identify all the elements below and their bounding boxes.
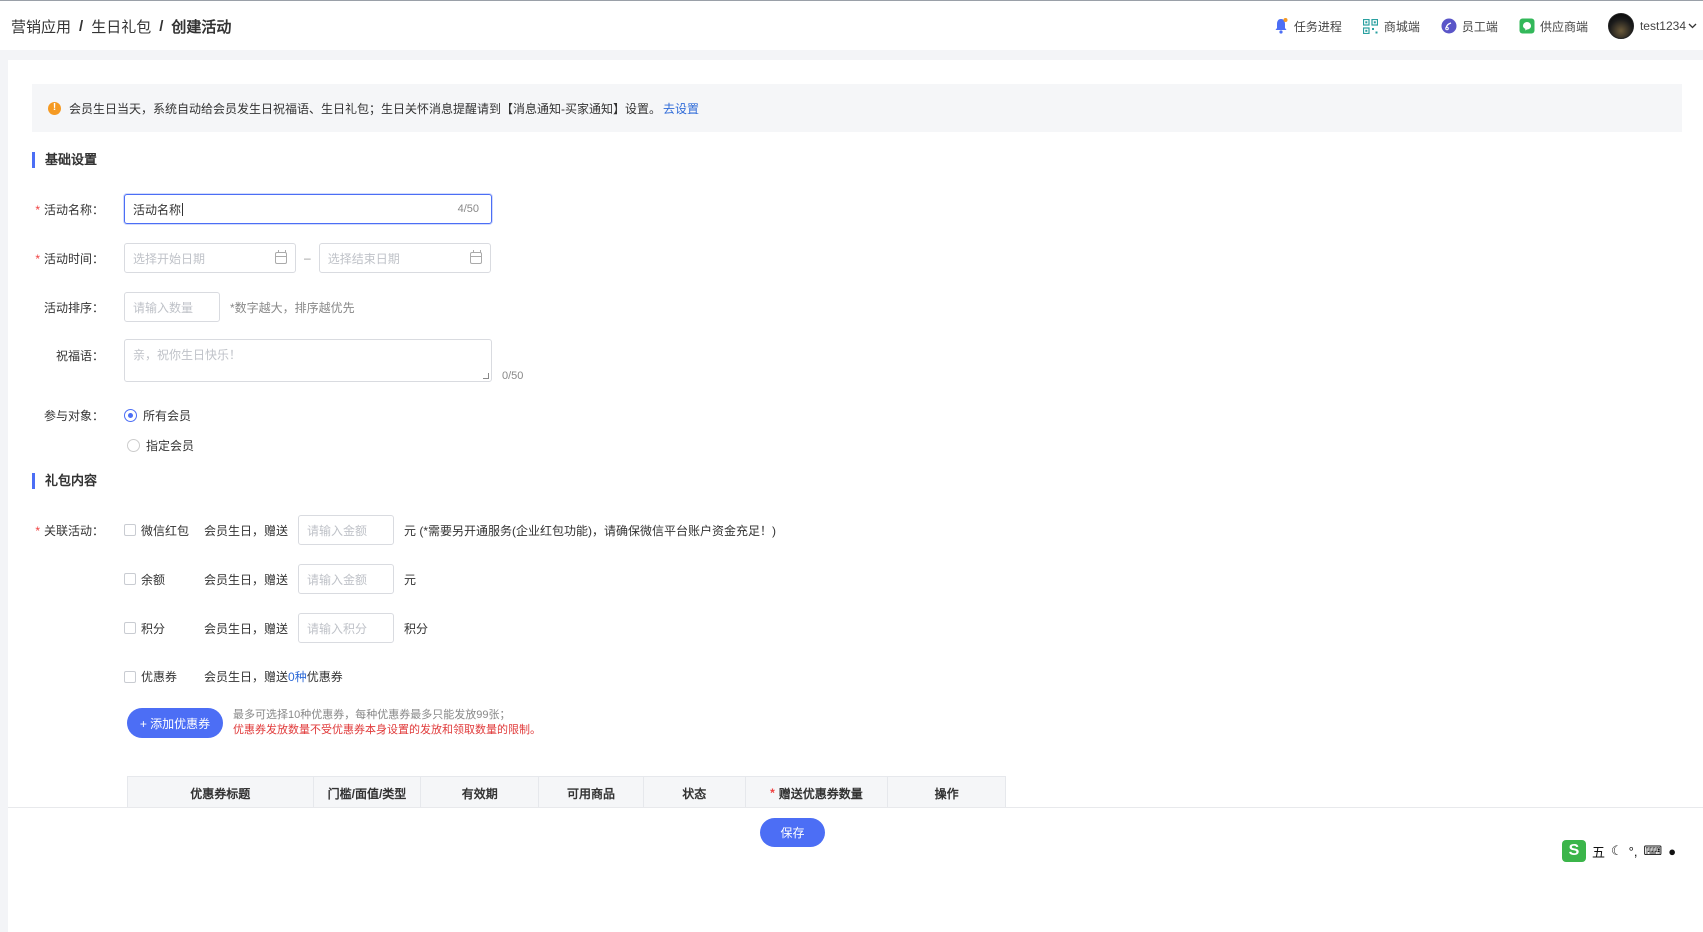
main-card: ! 会员生日当天，系统自动给会员发生日祝福语、生日礼包；生日关怀消息提醒请到【消… xyxy=(8,60,1703,932)
nav-mall-label: 商城端 xyxy=(1383,19,1420,34)
greeting-char-count: 0/50 xyxy=(502,370,524,382)
breadcrumb: 营销应用 / 生日礼包 / 创建活动 xyxy=(11,16,231,37)
gift-row-balance: 余额 会员生日，赠送 请输入金额 元 xyxy=(8,564,416,594)
punctuation-icon[interactable]: °, xyxy=(1629,844,1638,859)
radio-all-members[interactable]: 所有会员 xyxy=(124,407,191,424)
sogou-ime-icon[interactable]: S xyxy=(1562,840,1586,862)
breadcrumb-separator: / xyxy=(159,18,164,35)
coupon-table-header: 优惠券标题 门槛/面值/类型 有效期 可用商品 状态 * 赠送优惠券数量 操作 xyxy=(127,776,1006,810)
checkbox-coupon[interactable]: 优惠券 xyxy=(124,668,204,685)
resize-handle[interactable] xyxy=(483,373,489,379)
nav-employee-label: 员工端 xyxy=(1461,19,1498,34)
nav-supplier[interactable]: 供应商端 xyxy=(1518,17,1588,35)
username: test1234 xyxy=(1639,19,1686,33)
end-date-input[interactable]: 选择结束日期 xyxy=(318,243,491,273)
field-label: * 活动时间： xyxy=(35,251,104,266)
notice-banner: ! 会员生日当天，系统自动给会员发生日祝福语、生日礼包；生日关怀消息提醒请到【消… xyxy=(32,84,1682,132)
footer-bar: 保存 xyxy=(8,807,1703,932)
th-status: 状态 xyxy=(644,777,746,809)
th-actions: 操作 xyxy=(934,786,959,801)
th-validity: 有效期 xyxy=(421,777,540,809)
activity-name-input[interactable]: 活动名称 4/50 xyxy=(124,194,492,224)
qrcode-icon xyxy=(1362,17,1380,35)
sort-hint: *数字越大，排序越优先 xyxy=(230,300,355,315)
field-label: * 关联活动： xyxy=(35,523,104,538)
points-input[interactable]: 请输入积分 xyxy=(298,613,395,643)
nav-supplier-label: 供应商端 xyxy=(1539,19,1588,34)
section-title-gift: 礼包内容 xyxy=(32,473,97,489)
notice-settings-link[interactable]: 去设置 xyxy=(663,100,699,117)
coupon-hint: 最多可选择10种优惠券，每种优惠券最多只能发放99张； 优惠券发放数量不受优惠券… xyxy=(233,709,541,736)
gift-row-wechat: * 关联活动： 微信红包 会员生日，赠送 请输入金额 元 (*需要另开通服务(企业… xyxy=(8,515,776,545)
field-activity-time: * 活动时间： 选择开始日期 – 选择结束日期 xyxy=(8,243,491,273)
nav-employee[interactable]: 员工端 xyxy=(1440,17,1498,35)
date-range-separator: – xyxy=(304,251,311,265)
add-coupon-button[interactable]: + 添加优惠券 xyxy=(127,708,223,738)
avatar xyxy=(1607,13,1634,39)
radio-unchecked xyxy=(127,439,140,452)
ime-toolbar: S 五 ☾ °, ⌨ ● xyxy=(1562,840,1682,862)
section-title-basic: 基础设置 xyxy=(32,152,97,168)
field-label: 活动排序： xyxy=(43,300,104,315)
checkbox-wechat-redpacket[interactable]: 微信红包 xyxy=(124,522,204,539)
field-target-specific: 指定会员 xyxy=(127,437,194,454)
radio-specific-members[interactable]: 指定会员 xyxy=(127,437,194,454)
breadcrumb-item-marketing[interactable]: 营销应用 xyxy=(11,16,71,37)
breadcrumb-separator: / xyxy=(79,18,84,35)
checkbox-balance[interactable]: 余额 xyxy=(124,571,204,588)
moon-icon[interactable]: ☾ xyxy=(1611,843,1623,859)
user-icon[interactable]: ● xyxy=(1668,844,1676,859)
add-coupon-row: + 添加优惠券 最多可选择10种优惠券，每种优惠券最多只能发放99张； 优惠券发… xyxy=(127,708,541,738)
warning-icon: ! xyxy=(48,101,61,115)
supplier-app-icon xyxy=(1518,17,1536,35)
th-products: 可用商品 xyxy=(539,777,644,809)
calendar-icon xyxy=(275,250,287,264)
bell-icon xyxy=(1272,17,1290,35)
employee-app-icon xyxy=(1440,17,1458,35)
field-label: * 活动名称： xyxy=(35,202,104,217)
field-greeting: 祝福语： 亲，祝你生日快乐！ 0/50 xyxy=(8,339,523,382)
notice-text: 会员生日当天，系统自动给会员发生日祝福语、生日礼包；生日关怀消息提醒请到【消息通… xyxy=(69,101,662,116)
save-button[interactable]: 保存 xyxy=(760,818,825,847)
field-label: 参与对象： xyxy=(43,409,104,423)
start-date-input[interactable]: 选择开始日期 xyxy=(124,243,296,273)
balance-amount-input[interactable]: 请输入金额 xyxy=(298,564,395,594)
gift-row-coupon: 优惠券 会员生日，赠送 0种 优惠券 xyxy=(8,668,343,685)
wechat-amount-input[interactable]: 请输入金额 xyxy=(298,515,395,545)
field-activity-name: * 活动名称： 活动名称 4/50 xyxy=(8,194,492,224)
char-count: 4/50 xyxy=(457,203,479,215)
th-threshold: 门槛/面值/类型 xyxy=(314,777,422,809)
field-target: 参与对象： 所有会员 xyxy=(8,407,191,424)
radio-checked xyxy=(124,409,137,422)
user-menu[interactable]: test1234 xyxy=(1607,13,1697,39)
chevron-down-icon xyxy=(1688,21,1697,32)
th-quantity: * 赠送优惠券数量 xyxy=(746,777,889,809)
calendar-icon xyxy=(469,250,482,264)
top-bar: 营销应用 / 生日礼包 / 创建活动 任务进程 商城端 员工端 供应商端 tes… xyxy=(0,0,1703,50)
greeting-textarea[interactable]: 亲，祝你生日快乐！ xyxy=(124,339,492,382)
top-nav: 任务进程 商城端 员工端 供应商端 test1234 xyxy=(1272,1,1703,51)
keyboard-icon[interactable]: ⌨ xyxy=(1643,843,1662,859)
ime-mode[interactable]: 五 xyxy=(1592,842,1605,861)
field-label: 祝福语： xyxy=(55,349,104,363)
nav-task-progress[interactable]: 任务进程 xyxy=(1272,17,1342,35)
breadcrumb-item-birthday[interactable]: 生日礼包 xyxy=(91,16,151,37)
sort-input[interactable]: 请输入数量 xyxy=(124,292,220,322)
breadcrumb-item-current: 创建活动 xyxy=(171,19,232,36)
checkbox-points[interactable]: 积分 xyxy=(124,620,204,637)
th-title: 优惠券标题 xyxy=(128,777,314,809)
nav-task-progress-label: 任务进程 xyxy=(1293,19,1342,34)
nav-mall[interactable]: 商城端 xyxy=(1362,17,1420,35)
coupon-count: 0种 xyxy=(288,670,307,684)
gift-row-points: 积分 会员生日，赠送 请输入积分 积分 xyxy=(8,613,428,643)
field-activity-sort: 活动排序： 请输入数量 *数字越大，排序越优先 xyxy=(8,292,355,322)
